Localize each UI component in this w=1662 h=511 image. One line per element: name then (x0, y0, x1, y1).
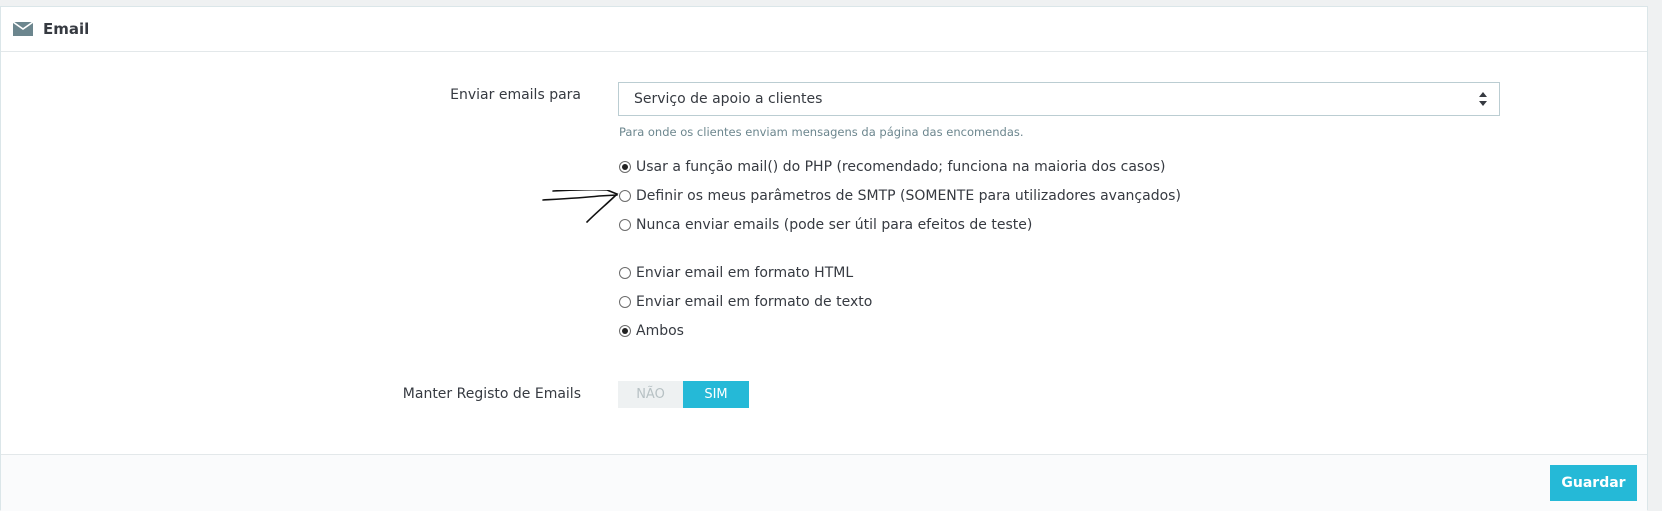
format-option-html[interactable]: Enviar email em formato HTML (619, 263, 853, 283)
send-to-select[interactable]: Serviço de apoio a clientes (618, 82, 1500, 116)
format-option-label: Enviar email em formato de texto (636, 294, 873, 310)
envelope-icon (13, 22, 33, 36)
switch-on-option[interactable]: SIM (683, 381, 749, 408)
radio-smtp[interactable] (619, 190, 631, 202)
log-label: Manter Registo de Emails (402, 386, 581, 402)
panel-title: Email (43, 20, 90, 38)
format-option-label: Ambos (636, 323, 684, 339)
radio-html[interactable] (619, 267, 631, 279)
radio-never[interactable] (619, 219, 631, 231)
method-option-php-mail[interactable]: Usar a função mail() do PHP (recomendado… (619, 157, 1166, 177)
method-option-smtp[interactable]: Definir os meus parâmetros de SMTP (SOME… (619, 186, 1181, 206)
format-option-text[interactable]: Enviar email em formato de texto (619, 292, 872, 312)
radio-text[interactable] (619, 296, 631, 308)
panel-heading: Email (1, 7, 1647, 52)
method-option-label: Definir os meus parâmetros de SMTP (SOME… (636, 188, 1181, 204)
send-to-label: Enviar emails para (450, 87, 581, 103)
switch-off-option[interactable]: NÃO (618, 381, 683, 408)
method-option-label: Nunca enviar emails (pode ser útil para … (636, 217, 1033, 233)
method-option-never[interactable]: Nunca enviar emails (pode ser útil para … (619, 215, 1032, 235)
hand-drawn-arrow-icon (542, 190, 619, 223)
radio-php-mail[interactable] (619, 161, 631, 173)
panel-footer: Guardar (1, 454, 1647, 511)
email-panel: Email Enviar emails para Serviço de apoi… (0, 6, 1648, 511)
method-option-label: Usar a função mail() do PHP (recomendado… (636, 159, 1166, 175)
format-option-both[interactable]: Ambos (619, 321, 684, 341)
format-option-label: Enviar email em formato HTML (636, 265, 854, 281)
send-to-help: Para onde os clientes enviam mensagens d… (619, 125, 1024, 139)
radio-both[interactable] (619, 325, 631, 337)
log-emails-switch[interactable]: NÃO SIM (618, 381, 749, 408)
select-arrows-icon (1479, 92, 1487, 106)
save-button[interactable]: Guardar (1550, 465, 1637, 501)
send-to-value: Serviço de apoio a clientes (634, 91, 823, 107)
